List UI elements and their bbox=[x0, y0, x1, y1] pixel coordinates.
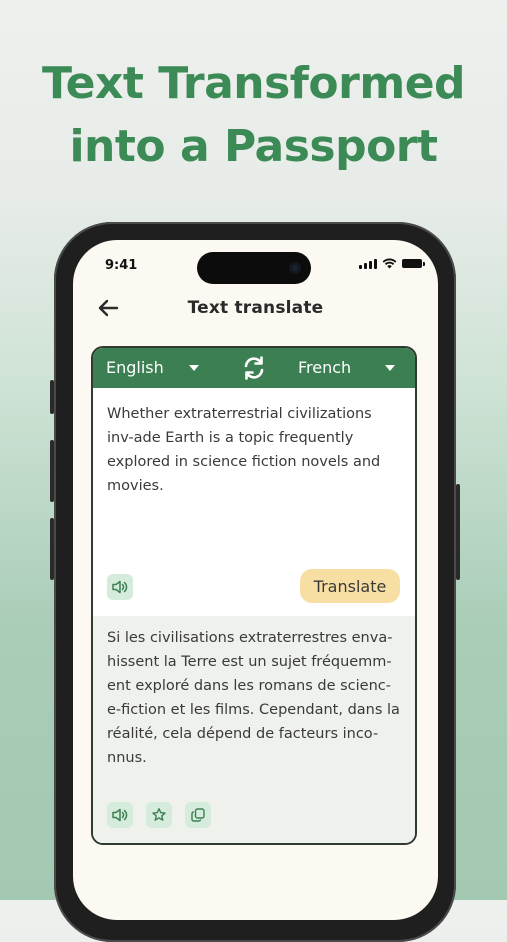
battery-icon bbox=[402, 259, 425, 268]
chevron-down-icon[interactable] bbox=[385, 365, 395, 371]
language-bar: English French bbox=[93, 348, 415, 388]
copy-icon bbox=[191, 808, 205, 822]
copy-button[interactable] bbox=[185, 802, 211, 828]
headline-line-1: Text Transformed bbox=[41, 58, 466, 109]
swap-languages-icon[interactable] bbox=[241, 355, 267, 381]
source-text-area[interactable]: Whether extraterrestrial civilizations i… bbox=[93, 388, 415, 616]
status-time: 9:41 bbox=[105, 258, 138, 273]
volume-down-button bbox=[50, 518, 54, 580]
dynamic-island bbox=[197, 252, 311, 284]
camera-icon bbox=[289, 262, 301, 274]
translate-button[interactable]: Translate bbox=[300, 569, 400, 603]
cellular-signal-icon bbox=[359, 258, 377, 269]
nav-bar: Text translate bbox=[73, 292, 438, 326]
wifi-icon bbox=[382, 258, 397, 269]
page-title: Text translate bbox=[187, 298, 324, 318]
source-language-select[interactable]: English bbox=[106, 358, 164, 377]
speaker-icon bbox=[112, 580, 128, 594]
phone-screen: 9:41 Text translate English French Wheth… bbox=[73, 240, 438, 920]
speaker-icon bbox=[112, 808, 128, 822]
headline-line-2: into a Passport bbox=[69, 121, 438, 172]
promo-headline: Text Transformed into a Passport bbox=[0, 52, 507, 178]
source-text[interactable]: Whether extraterrestrial civilizations i… bbox=[107, 402, 399, 498]
output-speaker-button[interactable] bbox=[107, 802, 133, 828]
star-icon bbox=[152, 808, 166, 821]
translation-output-area: Si les civilisations extraterrestres env… bbox=[93, 616, 415, 843]
favorite-button[interactable] bbox=[146, 802, 172, 828]
chevron-down-icon[interactable] bbox=[189, 365, 199, 371]
speaker-button[interactable] bbox=[107, 574, 133, 600]
side-button bbox=[50, 380, 54, 414]
target-language-select[interactable]: French bbox=[298, 358, 351, 377]
translator-card: English French Whether extraterrestrial … bbox=[91, 346, 417, 845]
translated-text: Si les civilisations extraterrestres env… bbox=[107, 630, 400, 766]
status-icons bbox=[359, 258, 425, 269]
volume-up-button bbox=[50, 440, 54, 502]
power-button bbox=[456, 484, 460, 580]
